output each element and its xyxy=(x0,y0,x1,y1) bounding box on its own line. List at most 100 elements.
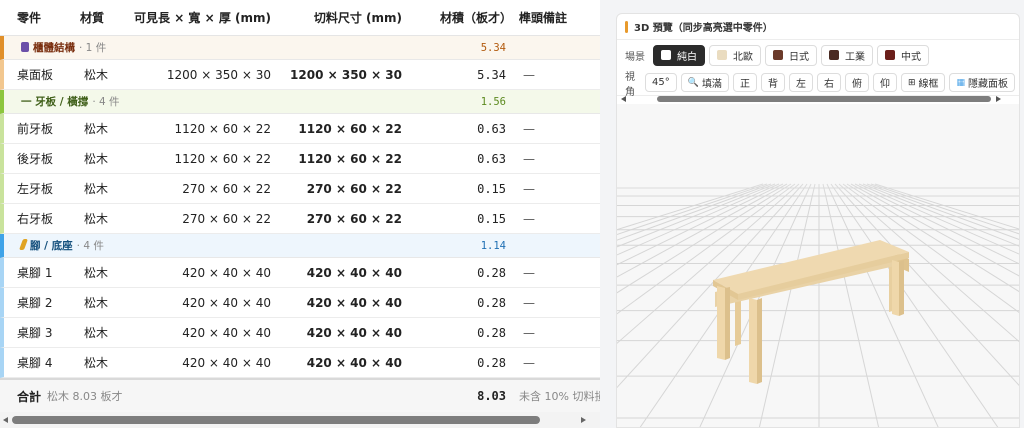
view-button-fit[interactable]: 🔍 填滿 xyxy=(680,73,729,92)
scene-toolbar: 場景 純白 北歐 日式 工業 中式 xyxy=(617,40,1019,70)
scroll-right-icon[interactable] xyxy=(996,96,1001,102)
magnifier-icon: 🔍 xyxy=(687,77,699,88)
cell-cut-size: 1120 × 60 × 22 xyxy=(298,151,402,166)
table-horizontal-scrollbar[interactable] xyxy=(0,412,600,428)
group-header-cabinet[interactable]: 櫃體結構 · 1 件 5.34 xyxy=(0,36,600,60)
table-row[interactable]: 桌腳 2 松木 420 × 40 × 40 420 × 40 × 40 0.28… xyxy=(0,288,600,318)
view-button-right[interactable]: 右 xyxy=(816,73,841,92)
cell-volume: 0.28 xyxy=(477,325,506,340)
total-volume: 8.03 xyxy=(477,389,506,403)
cell-cut-size: 1200 × 350 × 30 xyxy=(290,67,402,82)
total-summary: 松木 8.03 板才 xyxy=(47,390,123,403)
preview-panel: 3D 預覽（同步高亮選中零件） 場景 純白 北歐 日式 工業 中式 視角 45°… xyxy=(616,13,1020,428)
leg-back-left[interactable] xyxy=(735,298,741,346)
header-cut-size[interactable]: 切料尺寸 (mm) xyxy=(314,9,402,26)
cell-note: — xyxy=(523,181,535,196)
cell-material: 松木 xyxy=(84,181,109,196)
group-count: · 4 件 xyxy=(92,96,120,108)
grid-icon: ⊞ xyxy=(907,77,916,88)
header-material[interactable]: 材質 xyxy=(80,9,104,26)
view-button-top[interactable]: 俯 xyxy=(844,73,869,92)
cell-note: — xyxy=(523,121,535,136)
toolbar-scrollbar[interactable] xyxy=(617,94,1019,104)
scene-button-nordic[interactable]: 北歐 xyxy=(709,44,761,66)
preview-title: 3D 預覽（同步高亮選中零件） xyxy=(634,23,773,34)
scrollbar-thumb[interactable] xyxy=(12,416,540,424)
swatch-icon xyxy=(829,50,839,60)
cabinet-icon xyxy=(21,42,29,52)
group-title: 腳 / 底座 xyxy=(30,240,73,252)
view-button-label: 填滿 xyxy=(701,79,722,90)
view-label: 視角 xyxy=(625,71,635,98)
cell-part: 桌面板 xyxy=(17,67,54,82)
cell-volume: 0.28 xyxy=(477,265,506,280)
scroll-right-icon[interactable] xyxy=(581,417,586,423)
table-total-row: 合計 松木 8.03 板才 8.03 未含 10% 切料損 xyxy=(0,378,600,412)
view-button-label: 線框 xyxy=(918,79,939,90)
group-header-apron[interactable]: 一 牙板 / 橫撐 · 4 件 1.56 xyxy=(0,90,600,114)
view-button-hide-panels[interactable]: ▦ 隱藏面板 xyxy=(949,73,1015,92)
view-button-label: 隱藏面板 xyxy=(968,79,1008,90)
scene-button-label: 工業 xyxy=(845,51,865,63)
table-row[interactable]: 桌腳 1 松木 420 × 40 × 40 420 × 40 × 40 0.28… xyxy=(0,258,600,288)
cell-cut-size: 1120 × 60 × 22 xyxy=(298,121,402,136)
leg-front-left-side[interactable] xyxy=(725,287,730,360)
swatch-icon xyxy=(773,50,783,60)
leg-right-front-side[interactable] xyxy=(899,260,904,316)
cell-cut-size: 420 × 40 × 40 xyxy=(306,325,402,340)
cell-visible-size: 420 × 40 × 40 xyxy=(182,295,271,310)
group-title: 一 牙板 / 橫撐 xyxy=(21,96,89,108)
view-button-front[interactable]: 正 xyxy=(732,73,757,92)
scroll-left-icon[interactable] xyxy=(621,96,626,102)
leg-front-left[interactable] xyxy=(717,286,725,360)
scroll-left-icon[interactable] xyxy=(3,417,8,423)
cell-note: — xyxy=(523,265,535,280)
table-row[interactable]: 左牙板 松木 270 × 60 × 22 270 × 60 × 22 0.15 … xyxy=(0,174,600,204)
cell-material: 松木 xyxy=(84,151,109,166)
table-row[interactable]: 桌腳 4 松木 420 × 40 × 40 420 × 40 × 40 0.28… xyxy=(0,348,600,378)
cell-material: 松木 xyxy=(84,355,109,370)
table-row[interactable]: 桌面板 松木 1200 × 350 × 30 1200 × 350 × 30 5… xyxy=(0,60,600,90)
group-header-legs[interactable]: 腳 / 底座 · 4 件 1.14 xyxy=(0,234,600,258)
cell-volume: 0.15 xyxy=(477,181,506,196)
view-button-bottom[interactable]: 仰 xyxy=(872,73,897,92)
group-total: 5.34 xyxy=(480,41,506,54)
3d-viewport[interactable] xyxy=(617,104,1020,428)
table-row[interactable]: 桌腳 3 松木 420 × 40 × 40 420 × 40 × 40 0.28… xyxy=(0,318,600,348)
view-button-label: 45° xyxy=(651,77,670,88)
cell-visible-size: 270 × 60 × 22 xyxy=(182,211,271,226)
scene-button-industrial[interactable]: 工業 xyxy=(821,44,873,66)
scene-button-label: 日式 xyxy=(789,51,809,63)
scene-button-white[interactable]: 純白 xyxy=(653,44,705,66)
cell-volume: 0.28 xyxy=(477,355,506,370)
cell-cut-size: 420 × 40 × 40 xyxy=(306,295,402,310)
view-button-45[interactable]: 45° xyxy=(644,73,677,92)
table-row[interactable]: 後牙板 松木 1120 × 60 × 22 1120 × 60 × 22 0.6… xyxy=(0,144,600,174)
view-button-left[interactable]: 左 xyxy=(788,73,813,92)
cell-note: — xyxy=(523,211,535,226)
group-title: 櫃體結構 xyxy=(33,42,75,54)
header-joinery[interactable]: 榫頭備註 xyxy=(519,9,567,26)
view-button-back[interactable]: 背 xyxy=(760,73,785,92)
cell-volume: 0.28 xyxy=(477,295,506,310)
header-volume[interactable]: 材積（板才） xyxy=(440,9,512,26)
leg-front-right[interactable] xyxy=(749,298,757,384)
scene-button-chinese[interactable]: 中式 xyxy=(877,44,929,66)
3d-scene[interactable] xyxy=(617,104,1020,428)
cell-note: — xyxy=(523,355,535,370)
cell-visible-size: 420 × 40 × 40 xyxy=(182,265,271,280)
view-button-label: 俯 xyxy=(851,79,862,90)
group-name: 櫃體結構 · 1 件 xyxy=(21,40,106,55)
view-button-wireframe[interactable]: ⊞ 線框 xyxy=(900,73,946,92)
scrollbar-thumb[interactable] xyxy=(657,96,991,102)
table-row[interactable]: 右牙板 松木 270 × 60 × 22 270 × 60 × 22 0.15 … xyxy=(0,204,600,234)
table-row[interactable]: 前牙板 松木 1120 × 60 × 22 1120 × 60 × 22 0.6… xyxy=(0,114,600,144)
leg-right-front[interactable] xyxy=(892,260,899,316)
header-part[interactable]: 零件 xyxy=(17,9,41,26)
scene-button-japanese[interactable]: 日式 xyxy=(765,44,817,66)
cell-part: 後牙板 xyxy=(17,151,54,166)
header-visible-size[interactable]: 可見長 × 寬 × 厚 (mm) xyxy=(134,9,271,26)
cell-material: 松木 xyxy=(84,67,109,82)
group-name: 一 牙板 / 橫撐 · 4 件 xyxy=(21,94,120,109)
leg-front-right-side[interactable] xyxy=(757,298,762,384)
